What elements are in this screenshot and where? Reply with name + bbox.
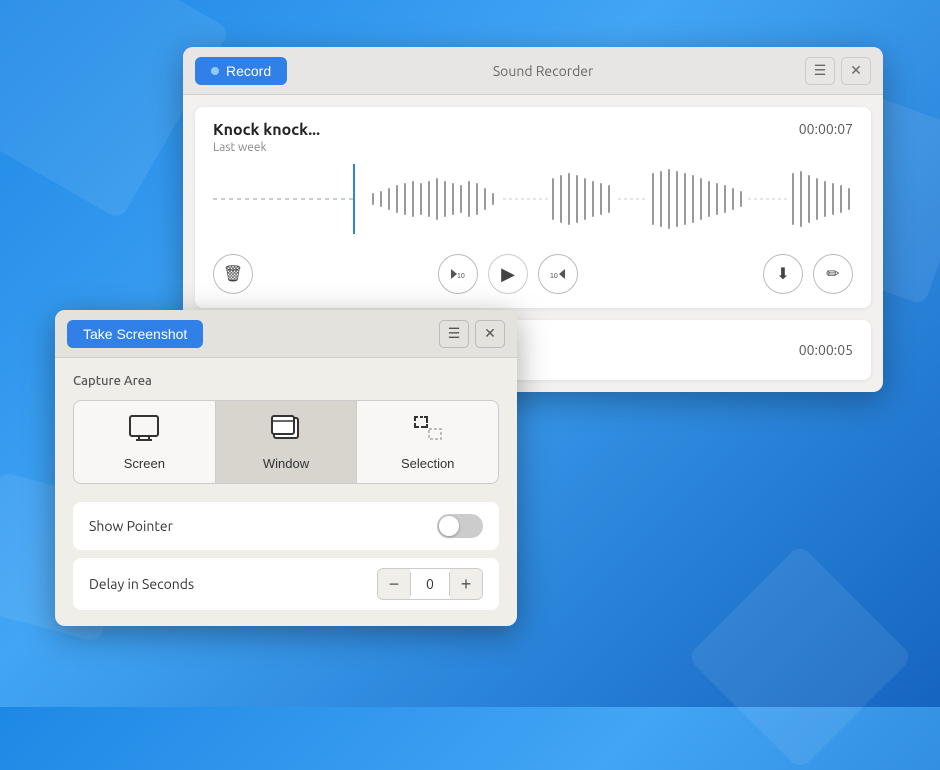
delay-value: 0 bbox=[410, 572, 450, 596]
recording2-duration: 00:00:05 bbox=[799, 342, 853, 358]
skip-back-button[interactable]: 10 bbox=[438, 254, 478, 294]
recording-info: Knock knock... Last week bbox=[213, 121, 320, 154]
recording-controls: 🗑 10 ▶ 10 ⬇ ✏ bbox=[213, 244, 853, 308]
selection-icon bbox=[413, 415, 443, 448]
capture-selection-option[interactable]: Selection bbox=[357, 401, 498, 483]
waveform-svg bbox=[213, 164, 853, 234]
screenshot-titlebar: Take Screenshot ☰ ✕ bbox=[55, 310, 517, 358]
delete-button[interactable]: 🗑 bbox=[213, 254, 253, 294]
take-screenshot-button[interactable]: Take Screenshot bbox=[67, 320, 203, 348]
delay-controls: − 0 + bbox=[377, 568, 483, 600]
capture-area-section: Capture Area Screen bbox=[55, 358, 517, 494]
capture-area-label: Capture Area bbox=[73, 374, 499, 388]
sound-recorder-title: Sound Recorder bbox=[287, 63, 799, 79]
playback-controls: 10 ▶ 10 bbox=[438, 254, 578, 294]
show-pointer-row: Show Pointer bbox=[73, 502, 499, 550]
svg-text:10: 10 bbox=[550, 273, 558, 280]
record-dot bbox=[211, 67, 219, 75]
show-pointer-label: Show Pointer bbox=[89, 518, 173, 534]
recording-title: Knock knock... bbox=[213, 121, 320, 139]
bg-decoration-3 bbox=[687, 544, 913, 770]
record-button-label: Record bbox=[226, 63, 271, 79]
recording-card-1: Knock knock... Last week 00:00:07 bbox=[195, 107, 871, 308]
record-button[interactable]: Record bbox=[195, 57, 287, 85]
screenshot-menu-button[interactable]: ☰ bbox=[439, 320, 469, 348]
toggle-knob bbox=[439, 516, 459, 536]
screenshot-close-button[interactable]: ✕ bbox=[475, 320, 505, 348]
waveform-playhead bbox=[353, 164, 355, 234]
capture-options-group: Screen Window bbox=[73, 400, 499, 484]
skip-forward-button[interactable]: 10 bbox=[538, 254, 578, 294]
screen-icon bbox=[129, 415, 159, 448]
sound-recorder-close-button[interactable]: ✕ bbox=[841, 57, 871, 85]
sound-recorder-menu-button[interactable]: ☰ bbox=[805, 57, 835, 85]
edit-button[interactable]: ✏ bbox=[813, 254, 853, 294]
window-option-label: Window bbox=[263, 456, 309, 471]
recording-date: Last week bbox=[213, 141, 320, 154]
capture-screen-option[interactable]: Screen bbox=[74, 401, 216, 483]
screen-option-label: Screen bbox=[124, 456, 165, 471]
waveform-container bbox=[213, 164, 853, 234]
action-controls: ⬇ ✏ bbox=[763, 254, 853, 294]
selection-option-label: Selection bbox=[401, 456, 454, 471]
download-button[interactable]: ⬇ bbox=[763, 254, 803, 294]
screenshot-window: Take Screenshot ☰ ✕ Capture Area Screen bbox=[55, 310, 517, 626]
recording-duration: 00:00:07 bbox=[799, 121, 853, 137]
recording-header: Knock knock... Last week 00:00:07 bbox=[213, 121, 853, 154]
delay-row: Delay in Seconds − 0 + bbox=[73, 558, 499, 610]
sound-recorder-titlebar: Record Sound Recorder ☰ ✕ bbox=[183, 47, 883, 95]
delete-btn-wrap: 🗑 bbox=[213, 254, 253, 294]
delay-decrease-button[interactable]: − bbox=[378, 569, 410, 599]
capture-window-option[interactable]: Window bbox=[216, 401, 358, 483]
show-pointer-toggle[interactable] bbox=[437, 514, 483, 538]
play-button[interactable]: ▶ bbox=[488, 254, 528, 294]
delay-increase-button[interactable]: + bbox=[450, 569, 482, 599]
window-icon bbox=[271, 415, 301, 448]
delay-label: Delay in Seconds bbox=[89, 576, 194, 592]
svg-text:10: 10 bbox=[457, 273, 465, 280]
